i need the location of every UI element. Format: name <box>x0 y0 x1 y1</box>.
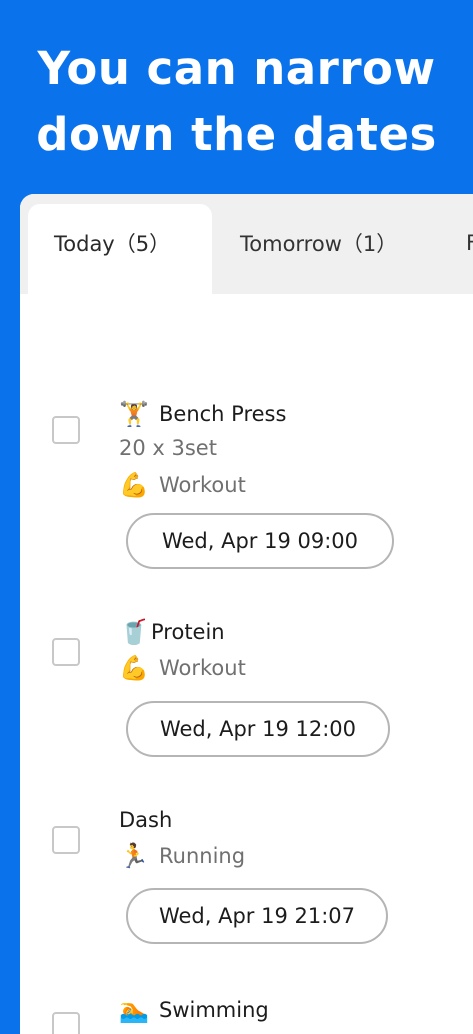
date-tab-bar: Today（5） Tomorrow（1） F <box>20 194 473 294</box>
running-person-icon: 🏃 <box>119 842 149 870</box>
task-category-text: Workout <box>159 656 246 680</box>
date-button[interactable]: Wed, Apr 19 12:00 <box>126 701 390 757</box>
task-title: 🏊 Swimming <box>119 996 269 1024</box>
tab-today[interactable]: Today（5） <box>28 204 212 294</box>
tab-next[interactable]: F <box>460 204 473 294</box>
date-button[interactable]: Wed, Apr 19 09:00 <box>126 513 394 569</box>
task-category: 💪 Workout <box>119 471 246 499</box>
task-title: 🥤 Protein <box>119 618 225 646</box>
task-checkbox[interactable] <box>52 638 80 666</box>
task-list: 🏋️ Bench Press 20 x 3set 💪 Workout Wed, … <box>20 294 473 1034</box>
task-checkbox[interactable] <box>52 1012 80 1034</box>
task-title: 🏋️ Bench Press <box>119 400 286 428</box>
weightlifter-icon: 🏋️ <box>119 400 149 428</box>
tab-tomorrow[interactable]: Tomorrow（1） <box>212 204 442 294</box>
task-title: Dash <box>119 808 173 832</box>
cup-with-straw-icon: 🥤 <box>119 618 149 646</box>
task-checkbox[interactable] <box>52 416 80 444</box>
task-category: 🏃 Running <box>119 842 245 870</box>
task-checkbox[interactable] <box>52 826 80 854</box>
task-title-text: Bench Press <box>159 402 287 426</box>
headline: You can narrow down the dates <box>0 36 473 168</box>
date-button[interactable]: Wed, Apr 19 21:07 <box>126 888 388 944</box>
flexed-biceps-icon: 💪 <box>119 471 149 499</box>
task-title-text: Protein <box>151 620 225 644</box>
task-category: 💪 Workout <box>119 654 246 682</box>
task-category-text: Workout <box>159 473 246 497</box>
task-title-text: Swimming <box>159 998 269 1022</box>
headline-line-1: You can narrow <box>37 42 436 95</box>
task-detail: 20 x 3set <box>119 436 217 460</box>
tab-next-label: F <box>466 231 473 255</box>
headline-line-2: down the dates <box>36 108 437 161</box>
tab-today-label: Today（5） <box>54 232 171 256</box>
flexed-biceps-icon: 💪 <box>119 654 149 682</box>
task-list-card: Today（5） Tomorrow（1） F 🏋️ Bench Press 20… <box>20 194 473 1034</box>
swimmer-icon: 🏊 <box>119 996 149 1024</box>
tab-tomorrow-label: Tomorrow（1） <box>240 232 398 256</box>
task-category-text: Running <box>159 844 246 868</box>
